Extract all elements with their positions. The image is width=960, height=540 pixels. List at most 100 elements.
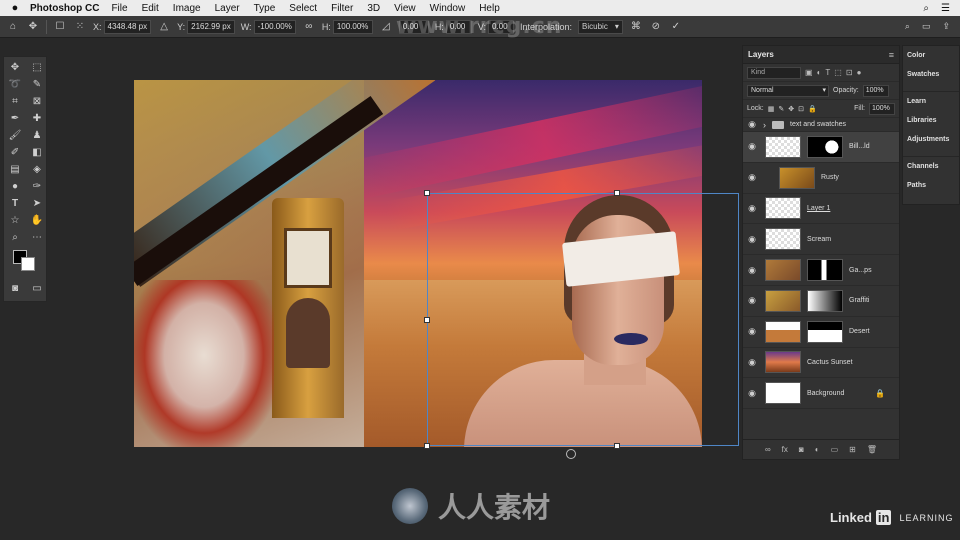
app-name[interactable]: Photoshop CC <box>30 3 99 14</box>
menu-extras-icon[interactable]: ☰ <box>941 3 950 14</box>
lock-transparent-icon[interactable]: ▦ <box>768 105 775 113</box>
delete-layer-icon[interactable]: 🗑 <box>867 445 877 454</box>
commit-transform-icon[interactable]: ✓ <box>669 20 683 34</box>
group-expand-chevron-icon[interactable]: › <box>763 120 766 130</box>
share-icon[interactable]: ⇪ <box>942 21 950 32</box>
menu-image[interactable]: Image <box>173 3 201 14</box>
layer-row-billboard[interactable]: ◉ Bill...ld <box>743 132 899 163</box>
layer-row-gas-pumps[interactable]: ◉ Ga...ps <box>743 255 899 286</box>
dock-swatches[interactable]: Swatches <box>903 65 959 84</box>
type-tool-icon[interactable]: T <box>4 195 26 212</box>
menu-help[interactable]: Help <box>479 3 500 14</box>
layer-row-graffiti[interactable]: ◉ Graffiti <box>743 286 899 317</box>
gradient-tool-icon[interactable]: ▤ <box>4 161 26 178</box>
kind-filter-select[interactable]: Kind <box>747 66 801 79</box>
home-icon[interactable]: ⌂ <box>6 20 20 34</box>
layer-mask-thumbnail[interactable] <box>807 320 843 343</box>
visibility-eye-icon[interactable]: ◉ <box>743 265 761 276</box>
menu-view[interactable]: View <box>394 3 416 14</box>
width-field[interactable]: -100.00% <box>253 19 296 34</box>
visibility-eye-icon[interactable]: ◉ <box>743 388 761 399</box>
move-tool-icon[interactable]: ✥ <box>4 59 26 76</box>
visibility-eye-icon[interactable]: ◉ <box>743 295 761 306</box>
visibility-eye-icon[interactable]: ◉ <box>743 172 761 183</box>
menu-edit[interactable]: Edit <box>142 3 159 14</box>
visibility-eye-icon[interactable]: ◉ <box>743 357 761 368</box>
quick-mask-icon[interactable]: ◙ <box>4 280 26 297</box>
warp-icon[interactable]: ⌘ <box>629 20 643 34</box>
layer-row-desert[interactable]: ◉ Desert <box>743 317 899 348</box>
brush-tool-icon[interactable]: 🖌 <box>4 127 26 144</box>
layer-row-layer-1[interactable]: ◉ Layer 1 <box>743 194 899 225</box>
fill-field[interactable]: 100% <box>869 102 895 115</box>
dock-paths[interactable]: Paths <box>903 176 959 195</box>
document-canvas[interactable] <box>134 80 702 447</box>
height-field[interactable]: 100.00% <box>332 19 373 34</box>
reference-point-icon[interactable]: ⁙ <box>73 20 87 34</box>
lock-position-icon[interactable]: ✥ <box>788 105 794 113</box>
new-group-icon[interactable]: ▭ <box>831 445 839 454</box>
history-brush-icon[interactable]: ✐ <box>4 144 26 161</box>
layer-row-cactus-sunset[interactable]: ◉ Cactus Sunset <box>743 348 899 379</box>
layer-mask-thumbnail[interactable] <box>807 135 843 158</box>
filter-smart-object-icon[interactable]: ⊡ <box>846 68 853 77</box>
eyedropper-tool-icon[interactable]: ✒ <box>4 110 26 127</box>
x-position-field[interactable]: 4348.48 px <box>103 19 152 34</box>
layer-row-scream[interactable]: ◉ Scream <box>743 224 899 256</box>
more-tools-icon[interactable]: ⋯ <box>26 229 48 246</box>
screen-mode-icon[interactable]: ▭ <box>26 280 48 297</box>
pen-tool-icon[interactable]: ✑ <box>26 178 48 195</box>
filter-pixel-icon[interactable]: ▣ <box>805 68 813 77</box>
filter-adjustment-icon[interactable]: ◐ <box>817 68 822 77</box>
add-mask-icon[interactable]: ◙ <box>799 445 804 454</box>
frame-tool-icon[interactable]: ⊠ <box>26 93 48 110</box>
shape-tool-icon[interactable]: ☆ <box>4 212 26 229</box>
link-icon[interactable]: ∞ <box>302 20 316 34</box>
marquee-tool-icon[interactable]: ⬚ <box>26 59 48 76</box>
visibility-eye-icon[interactable]: ◉ <box>743 141 761 152</box>
lock-pixels-icon[interactable]: ✎ <box>778 105 784 113</box>
dock-libraries[interactable]: Libraries <box>903 111 959 130</box>
healing-tool-icon[interactable]: ✚ <box>26 110 48 127</box>
blur-tool-icon[interactable]: ◈ <box>26 161 48 178</box>
menu-file[interactable]: File <box>111 3 127 14</box>
workspace-icon[interactable]: ▭ <box>922 21 931 32</box>
dock-adjustments[interactable]: Adjustments <box>903 130 959 149</box>
transform-handle-bottom-left[interactable] <box>424 443 430 449</box>
layer-style-icon[interactable]: fx <box>782 445 788 454</box>
adjustment-layer-icon[interactable]: ◐ <box>815 445 820 454</box>
link-layers-icon[interactable]: ∞ <box>765 445 771 454</box>
layers-tab[interactable]: Layers <box>748 50 774 59</box>
apple-icon[interactable]: ● <box>0 2 30 14</box>
visibility-eye-icon[interactable]: ◉ <box>743 203 761 214</box>
cancel-transform-icon[interactable]: ⊘ <box>649 20 663 34</box>
stamp-tool-icon[interactable]: ♟ <box>26 127 48 144</box>
path-select-tool-icon[interactable]: ➤ <box>26 195 48 212</box>
layer-mask-thumbnail[interactable] <box>807 289 843 312</box>
lock-all-icon[interactable]: 🔒 <box>808 105 817 113</box>
lock-icon[interactable]: 🔒 <box>875 389 885 398</box>
visibility-eye-icon[interactable]: ◉ <box>743 234 761 245</box>
menu-filter[interactable]: Filter <box>331 3 353 14</box>
lock-artboard-icon[interactable]: ⊡ <box>798 105 804 113</box>
blend-mode-select[interactable]: Normal <box>747 84 829 97</box>
menu-layer[interactable]: Layer <box>215 3 240 14</box>
search-icon[interactable]: ⌕ <box>923 3 929 14</box>
layer-row-rusty[interactable]: ◉ Rusty <box>743 163 899 194</box>
relative-position-icon[interactable]: △ <box>157 20 171 34</box>
dock-learn[interactable]: Learn <box>903 92 959 111</box>
lasso-tool-icon[interactable]: ➰ <box>4 76 26 93</box>
transform-handle-bottom[interactable] <box>614 443 620 449</box>
transform-pivot-point[interactable] <box>566 449 576 459</box>
dock-channels[interactable]: Channels <box>903 157 959 176</box>
transform-handle-left[interactable] <box>424 317 430 323</box>
dock-color[interactable]: Color <box>903 46 959 65</box>
interpolation-select[interactable]: Bicubic <box>578 19 623 34</box>
menu-select[interactable]: Select <box>289 3 317 14</box>
dodge-tool-icon[interactable]: ● <box>4 178 26 195</box>
new-layer-icon[interactable]: ⊞ <box>849 445 856 454</box>
reference-point-checkbox[interactable]: ☐ <box>53 20 67 34</box>
transform-handle-top[interactable] <box>614 190 620 196</box>
hand-tool-icon[interactable]: ✋ <box>26 212 48 229</box>
menu-type[interactable]: Type <box>254 3 276 14</box>
